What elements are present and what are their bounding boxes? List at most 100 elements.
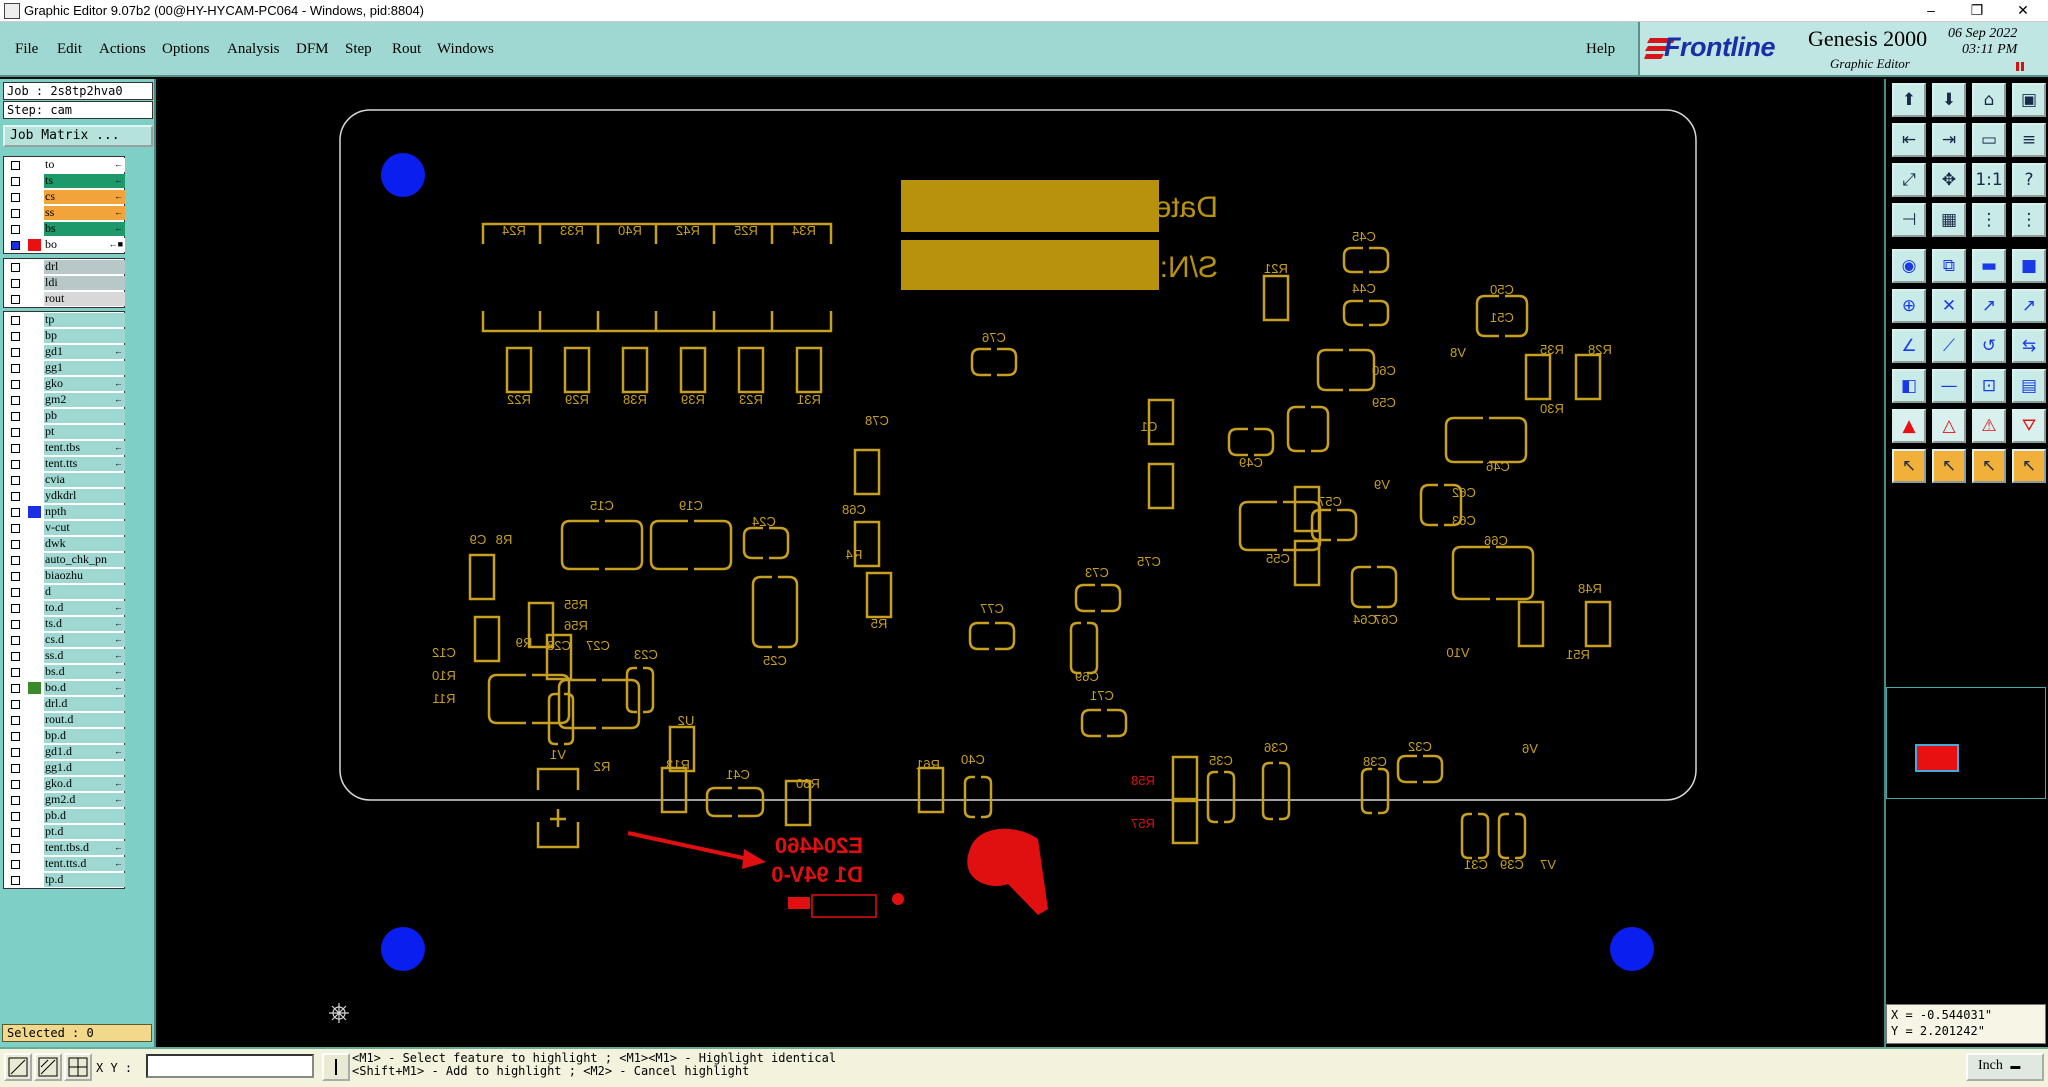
filter-icon[interactable]: ⋮ [2012,203,2046,237]
layer-name[interactable]: tp [44,313,125,327]
layer-name[interactable]: auto_chk_pn [44,553,125,567]
layer-checkbox[interactable] [11,812,20,821]
layer-name[interactable]: tp.d [44,873,125,887]
grid-mode-button[interactable] [64,1053,92,1081]
layer-row-rout-d[interactable]: rout.d [4,712,125,728]
layer-row-bs[interactable]: bs ← [4,221,125,237]
layer-row-gg1-d[interactable]: gg1.d [4,760,125,776]
pad-select-icon[interactable]: ◧ [1892,369,1926,403]
layer-name[interactable]: ydkdrl [44,489,125,503]
window-icon[interactable]: ▣ [2012,83,2046,117]
move-icon[interactable]: ↗ [1972,289,2006,323]
layer-checkbox[interactable] [11,780,20,789]
minus-icon[interactable]: — [1932,369,1966,403]
layer-checkbox[interactable] [11,700,20,709]
layer-name[interactable]: drl.d [44,697,125,711]
layer-checkbox[interactable] [11,732,20,741]
zoom-next-icon[interactable]: ≡ [2012,123,2046,157]
layer-name[interactable]: bo ←■ [44,238,125,252]
close-button[interactable]: ✕ [2000,0,2046,22]
layer-checkbox[interactable] [11,828,20,837]
mounting-hole[interactable] [1610,927,1654,971]
layer-checkbox[interactable] [11,177,20,186]
layer-row-gg1[interactable]: gg1 [4,360,125,376]
layer-checkbox[interactable] [11,748,20,757]
grid-icon[interactable]: ▦ [1932,203,1966,237]
layer-row-tent-tbs-d[interactable]: tent.tbs.d ← [4,840,125,856]
layer-checkbox[interactable] [11,636,20,645]
layer-row-ts[interactable]: ts ← [4,173,125,189]
layer-row-ss-d[interactable]: ss.d ← [4,648,125,664]
snap-mode-button[interactable] [4,1053,32,1081]
layer-name[interactable]: ss.d ← [44,649,125,663]
layer-row-gm2-d[interactable]: gm2.d ← [4,792,125,808]
layer-name[interactable]: tent.tbs.d ← [44,841,125,855]
open-job-icon[interactable]: ⬆ [1892,83,1926,117]
layer-row-gd1-d[interactable]: gd1.d ← [4,744,125,760]
layer-row-tent-tts[interactable]: tent.tts ← [4,456,125,472]
layer-name[interactable]: bp.d [44,729,125,743]
layer-name[interactable]: gd1.d ← [44,745,125,759]
layer-row-tp-d[interactable]: tp.d [4,872,125,888]
minimize-button[interactable]: – [1908,0,1954,22]
layer-row-ts-d[interactable]: ts.d ← [4,616,125,632]
layer-name[interactable]: gd1 ← [44,345,125,359]
arc-icon[interactable]: ↗ [2012,289,2046,323]
layer-row-dwk[interactable]: dwk [4,536,125,552]
layer-checkbox[interactable] [11,668,20,677]
layer-color-swatch[interactable] [28,682,41,694]
layer-row-tent-tbs[interactable]: tent.tbs ← [4,440,125,456]
layer-checkbox[interactable] [11,428,20,437]
layer-row-drl-d[interactable]: drl.d [4,696,125,712]
layer-name[interactable]: bs ← [44,222,125,236]
layer-name[interactable]: bp [44,329,125,343]
layer-checkbox[interactable] [11,380,20,389]
layer-row-auto-chk-pn[interactable]: auto_chk_pn [4,552,125,568]
layer-checkbox[interactable] [11,193,20,202]
layer-row-v-cut[interactable]: v-cut [4,520,125,536]
layer-checkbox[interactable] [11,263,20,272]
layer-name[interactable]: biaozhu [44,569,125,583]
layer-row-pb[interactable]: pb [4,408,125,424]
layer-name[interactable]: cs.d ← [44,633,125,647]
zoom-prev-icon[interactable]: ▭ [1972,123,2006,157]
layer-row-pb-d[interactable]: pb.d [4,808,125,824]
layer-checkbox[interactable] [11,844,20,853]
layer-checkbox[interactable] [11,316,20,325]
layer-checkbox[interactable] [11,540,20,549]
layer-row-biaozhu[interactable]: biaozhu [4,568,125,584]
layer-name[interactable]: gko ← [44,377,125,391]
tri-red-icon[interactable]: ▲ [1892,409,1926,443]
layer-name[interactable]: gg1.d [44,761,125,775]
layer-row-drl[interactable]: drl [4,259,125,275]
layer-row-cvia[interactable]: cvia [4,472,125,488]
layer-row-gm2[interactable]: gm2 ← [4,392,125,408]
layer-row-to-d[interactable]: to.d ← [4,600,125,616]
pointer-rotate-icon[interactable]: ↖ [1972,449,2006,483]
line-mode-button[interactable] [34,1053,62,1081]
tri-mark-icon[interactable]: ⚠ [1972,409,2006,443]
layer-checkbox[interactable] [11,412,20,421]
pointer-icon[interactable]: ↖ [1892,449,1926,483]
measure-icon[interactable]: ⊣ [1892,203,1926,237]
layer-name[interactable]: cs ← [44,190,125,204]
unit-selector[interactable]: Inch ▬ [1966,1053,2044,1081]
pipe-button[interactable] [322,1053,350,1081]
layer-row-bs-d[interactable]: bs.d ← [4,664,125,680]
pointer-drag-icon[interactable]: ↖ [2012,449,2046,483]
layer-checkbox[interactable] [11,524,20,533]
menu-rout[interactable]: Rout [392,41,421,58]
layer-row-to[interactable]: to ← [4,157,125,173]
layer-row-cs[interactable]: cs ← [4,189,125,205]
layer-name[interactable]: pb.d [44,809,125,823]
step-icon[interactable]: ⊡ [1972,369,2006,403]
mounting-hole[interactable] [381,927,425,971]
save-icon[interactable]: ⬇ [1932,83,1966,117]
menu-analysis[interactable]: Analysis [227,41,280,58]
layer-name[interactable]: pb [44,409,125,423]
layer-name[interactable]: npth [44,505,125,519]
layer-name[interactable]: tent.tbs ← [44,441,125,455]
layer-row-d[interactable]: d [4,584,125,600]
layer-name[interactable]: drl [44,260,125,274]
layer-checkbox[interactable] [11,332,20,341]
